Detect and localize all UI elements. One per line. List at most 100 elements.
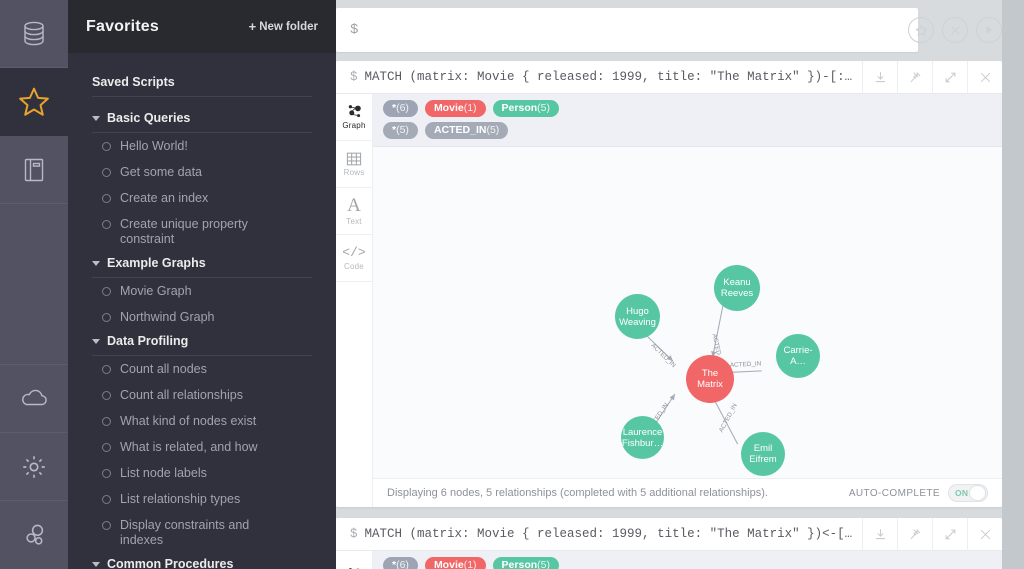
sidebar-item-display-constraints-and-indexes[interactable]: Display constraints and indexes [68, 512, 336, 553]
frame-command[interactable]: $ MATCH (matrix: Movie { released: 1999,… [336, 527, 862, 541]
sidebar-group-common-procedures: Common Procedures [68, 553, 336, 569]
download-icon[interactable] [862, 61, 897, 94]
chip-all-nodes[interactable]: *(6) [383, 557, 418, 569]
sidebar-group-header-data-profiling[interactable]: Data Profiling [68, 334, 336, 355]
auto-complete-toggle[interactable]: ON [948, 484, 988, 502]
sidebar-item-get-some-data[interactable]: Get some data [68, 159, 336, 185]
chip-label-movie[interactable]: Movie(1) [424, 100, 486, 117]
chevron-down-icon [92, 339, 100, 344]
frame-title-bar: $ MATCH (matrix: Movie { released: 1999,… [336, 61, 1002, 94]
tab-graph[interactable]: Graph [336, 94, 372, 141]
query-editor[interactable]: $ [336, 8, 918, 52]
chip-label-movie[interactable]: Movie(1) [424, 557, 486, 569]
frame-command-text: MATCH (matrix: Movie { released: 1999, t… [364, 527, 860, 541]
pin-icon[interactable] [897, 61, 932, 94]
rail-item-documents[interactable] [0, 136, 68, 204]
graph-node-carrie-anne-moss[interactable]: Carrie-A… [776, 334, 820, 378]
sidebar-item-list-node-labels[interactable]: List node labels [68, 460, 336, 486]
sidebar-item-create-unique-property-constraint[interactable]: Create unique property constraint [68, 211, 336, 252]
favorite-star-button[interactable] [908, 17, 934, 43]
rail-item-settings[interactable] [0, 433, 68, 501]
chevron-down-icon [92, 562, 100, 567]
script-bullet-icon [102, 494, 111, 504]
sidebar-group-label: Basic Queries [107, 111, 191, 125]
rail-item-about[interactable] [0, 501, 68, 569]
left-icon-rail [0, 0, 68, 569]
clear-editor-button[interactable] [942, 17, 968, 43]
sidebar-group-data-profiling: Data Profiling Count all nodes Count all… [68, 330, 336, 553]
favorites-sidebar: Favorites + New folder Saved Scripts Bas… [68, 0, 336, 569]
rail-item-cloud[interactable] [0, 365, 68, 433]
script-bullet-icon [102, 442, 111, 452]
tab-graph[interactable] [336, 551, 372, 569]
node-label: The Matrix [697, 368, 723, 390]
vertical-scrollbar[interactable] [1002, 0, 1024, 569]
tab-rows-label: Rows [343, 167, 365, 177]
node-label: Emil Eifrem [749, 443, 777, 465]
view-tabs-filler [336, 282, 372, 425]
sidebar-group-header-common-procedures[interactable]: Common Procedures [68, 557, 336, 569]
edge-label-acted-in: ACTED_IN [730, 360, 762, 369]
chip-all-nodes[interactable]: *(6) [383, 100, 418, 117]
graph-node-laurence-fishburne[interactable]: Laurence Fishbur… [621, 416, 664, 459]
rail-item-favorites[interactable] [0, 68, 68, 136]
graph-node-hugo-weaving[interactable]: Hugo Weaving [615, 294, 660, 339]
expand-icon[interactable] [932, 61, 967, 94]
graph-node-emil-eifrem[interactable]: Emil Eifrem [741, 432, 785, 476]
graph-canvas[interactable]: ACTED_IN ACTED_IN ACTED_IN ACTED_IN ACTE… [373, 147, 1002, 478]
neo4j-browser-app: Favorites + New folder Saved Scripts Bas… [0, 0, 1024, 569]
pin-icon[interactable] [897, 518, 932, 551]
saved-scripts-heading: Saved Scripts [92, 75, 175, 89]
result-area: *(6) Movie(1) Person(5) [373, 551, 1002, 569]
chip-label-person[interactable]: Person(5) [492, 557, 559, 569]
tab-text-label: Text [346, 216, 362, 226]
tab-code[interactable]: </> Code [336, 235, 372, 282]
sidebar-body: Saved Scripts Basic Queries Hello World!… [68, 53, 336, 569]
sidebar-group-label: Example Graphs [107, 256, 206, 270]
rail-item-database[interactable] [0, 0, 68, 68]
run-query-button[interactable] [976, 17, 1002, 43]
sidebar-item-what-kind-of-nodes-exist[interactable]: What kind of nodes exist [68, 408, 336, 434]
auto-complete-label: AUTO-COMPLETE [848, 487, 940, 499]
sidebar-group-basic-queries: Basic Queries Hello World! Get some data… [68, 97, 336, 252]
sidebar-item-count-all-nodes[interactable]: Count all nodes [68, 356, 336, 382]
text-a-icon: A [347, 194, 361, 216]
frame-tools [862, 518, 1002, 551]
sidebar-group-header-basic-queries[interactable]: Basic Queries [68, 111, 336, 132]
sidebar-item-northwind-graph[interactable]: Northwind Graph [68, 304, 336, 330]
new-folder-button[interactable]: + New folder [249, 20, 318, 33]
tab-rows[interactable]: Rows [336, 141, 372, 188]
tab-text[interactable]: A Text [336, 188, 372, 235]
sidebar-item-create-an-index[interactable]: Create an index [68, 185, 336, 211]
sidebar-item-list-relationship-types[interactable]: List relationship types [68, 486, 336, 512]
script-bullet-icon [102, 468, 111, 478]
prompt-symbol: $ [350, 527, 358, 541]
chip-reltype-acted-in[interactable]: ACTED_IN(5) [424, 122, 509, 139]
sidebar-header: Favorites + New folder [68, 0, 336, 53]
script-bullet-icon [102, 390, 111, 400]
chip-label-person[interactable]: Person(5) [492, 100, 559, 117]
view-mode-tabs [336, 551, 373, 569]
download-icon[interactable] [862, 518, 897, 551]
close-icon[interactable] [967, 61, 1002, 94]
sidebar-item-movie-graph[interactable]: Movie Graph [68, 278, 336, 304]
sidebar-item-label: Northwind Graph [120, 309, 215, 324]
editor-prompt: $ [350, 22, 359, 38]
legend-chips: *(6) Movie(1) Person(5) *(5) ACTED_IN(5) [373, 94, 1002, 147]
sidebar-item-hello-world[interactable]: Hello World! [68, 133, 336, 159]
close-icon[interactable] [967, 518, 1002, 551]
result-status-bar: Displaying 6 nodes, 5 relationships (com… [373, 478, 1002, 507]
graph-node-the-matrix[interactable]: The Matrix [686, 355, 734, 403]
rail-spacer [0, 204, 68, 365]
node-label: Carrie-A… [783, 345, 813, 367]
sidebar-group-header-example-graphs[interactable]: Example Graphs [68, 256, 336, 277]
frame-command-text: MATCH (matrix: Movie { released: 1999, t… [364, 70, 860, 84]
chip-all-relationships[interactable]: *(5) [383, 122, 418, 139]
graph-node-keanu-reeves[interactable]: Keanu Reeves [714, 265, 760, 311]
frame-body: *(6) Movie(1) Person(5) [336, 551, 1002, 569]
sidebar-item-count-all-relationships[interactable]: Count all relationships [68, 382, 336, 408]
expand-icon[interactable] [932, 518, 967, 551]
favorites-star-icon [17, 85, 51, 119]
sidebar-item-what-is-related-and-how[interactable]: What is related, and how [68, 434, 336, 460]
frame-command[interactable]: $ MATCH (matrix: Movie { released: 1999,… [336, 70, 862, 84]
